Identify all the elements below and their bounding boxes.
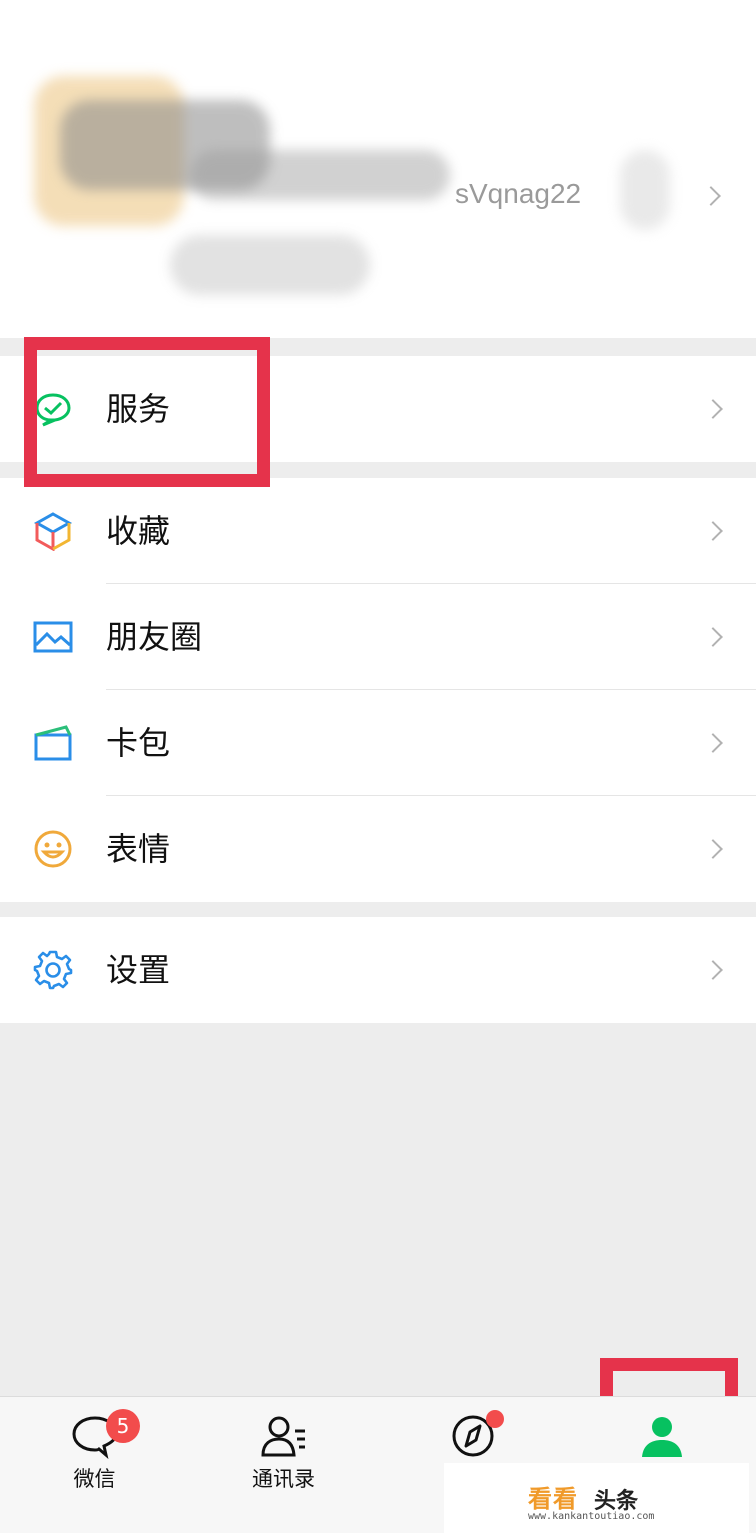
menu-item-settings[interactable]: 设置 [0,917,756,1023]
chevron-right-icon [701,186,721,206]
menu-item-cards[interactable]: 卡包 [0,690,756,796]
favorites-cube-icon [33,512,73,551]
menu-item-label: 表情 [106,830,171,868]
menu-item-favorites[interactable]: 收藏 [0,478,756,584]
chevron-right-icon [703,521,723,541]
highlight-box-service [24,337,270,487]
wechat-id: sVqnag22 [455,178,582,209]
unread-badge: 5 [106,1409,140,1443]
card-wallet-icon [34,725,72,761]
obscured-info-line [170,235,370,295]
discover-notification-dot [486,1410,504,1428]
menu-item-label: 朋友圈 [106,618,203,656]
contacts-icon [260,1416,305,1457]
watermark-brand: 看看 [528,1485,578,1513]
moments-image-icon [33,621,73,653]
profile-header[interactable]: sVqnag22 [0,0,756,338]
obscured-qr [620,150,670,230]
menu-item-label: 卡包 [106,724,171,762]
menu-item-label: 收藏 [106,512,171,550]
settings-group: 设置 [0,917,756,1023]
gear-icon [33,950,73,990]
watermark-url: www.kankantoutiao.com [528,1511,655,1522]
menu-item-stickers[interactable]: 表情 [0,796,756,902]
main-menu-group: 收藏 朋友圈 卡包 表情 [0,478,756,902]
tab-label: 通讯录 [252,1467,315,1491]
chevron-right-icon [703,960,723,980]
menu-item-label: 设置 [106,951,171,989]
tab-chats[interactable]: 5 微信 [0,1397,189,1533]
chevron-right-icon [703,399,723,419]
sticker-smile-icon [34,830,72,868]
menu-item-moments[interactable]: 朋友圈 [0,584,756,690]
obscured-name-line [190,150,450,200]
tab-label: 微信 [73,1467,116,1491]
person-icon [641,1417,682,1457]
chevron-right-icon [703,627,723,647]
watermark: 看看 头条 www.kankantoutiao.com [444,1463,749,1533]
tab-contacts[interactable]: 通讯录 [189,1397,378,1533]
chevron-right-icon [703,839,723,859]
chevron-right-icon [703,733,723,753]
